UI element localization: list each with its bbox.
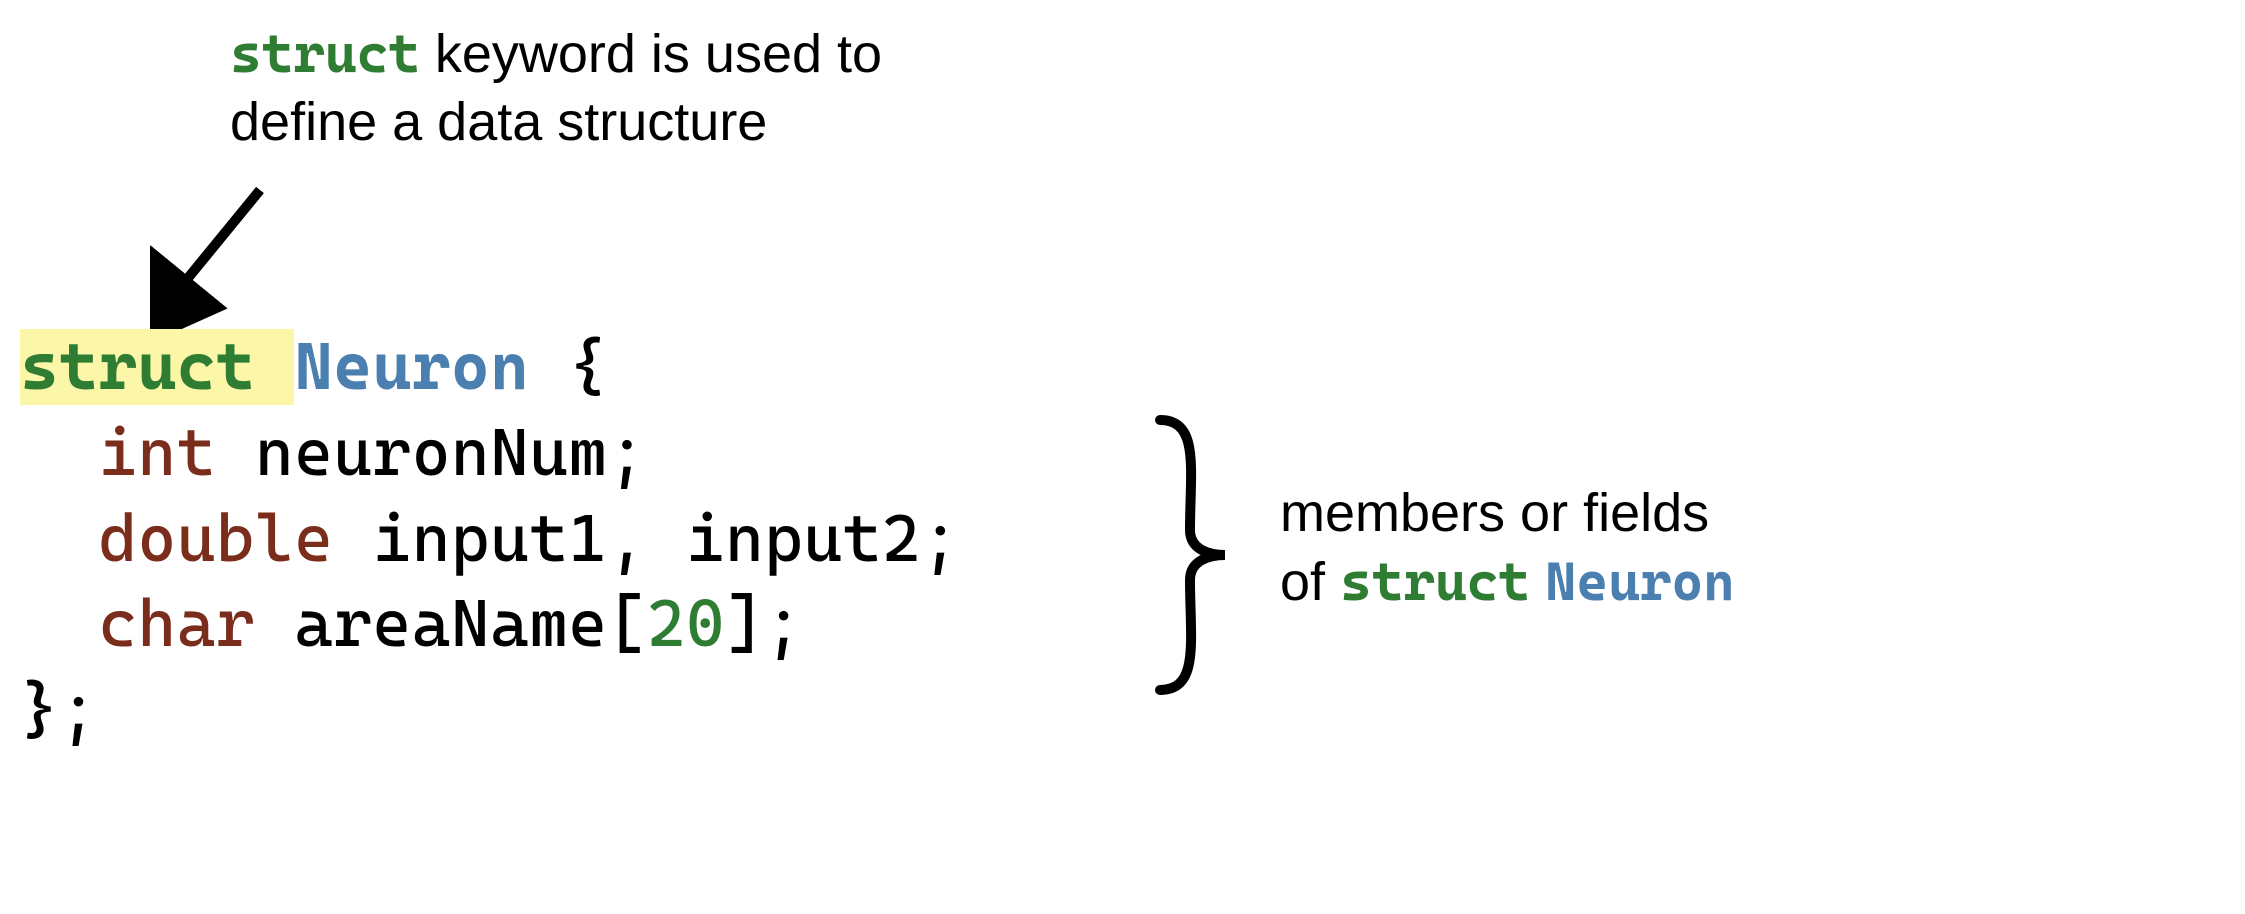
right-type-name: Neuron [1545, 550, 1735, 613]
code-int-type: int [98, 415, 216, 491]
code-line4-end: ]; [725, 586, 803, 662]
code-line3-rest: input1, input2; [333, 501, 960, 577]
code-close-brace: }; [20, 672, 98, 748]
code-block: struct Neuron { int neuronNum; double in… [20, 325, 960, 754]
top-annotation: struct keyword is used to define a data … [230, 20, 882, 156]
right-line2-pre: of [1280, 552, 1340, 612]
right-line1: members or fields [1280, 483, 1709, 543]
code-line2-rest: neuronNum; [216, 415, 647, 491]
code-array-size: 20 [647, 586, 725, 662]
code-type-name: Neuron [294, 329, 529, 405]
code-double-type: double [98, 501, 333, 577]
struct-keyword-label: struct [230, 22, 420, 85]
right-struct-kw: struct [1340, 550, 1530, 613]
top-line2: define a data structure [230, 92, 767, 152]
code-struct-kw: struct [20, 329, 255, 405]
code-open-brace: { [529, 329, 607, 405]
brace-annotation [1140, 410, 1260, 705]
right-annotation: members or fields of struct Neuron [1280, 480, 1735, 616]
code-char-type: char [98, 586, 255, 662]
arrow-annotation [150, 180, 310, 335]
top-line1-rest: keyword is used to [420, 24, 882, 84]
code-line4-mid: areaName[ [255, 586, 647, 662]
